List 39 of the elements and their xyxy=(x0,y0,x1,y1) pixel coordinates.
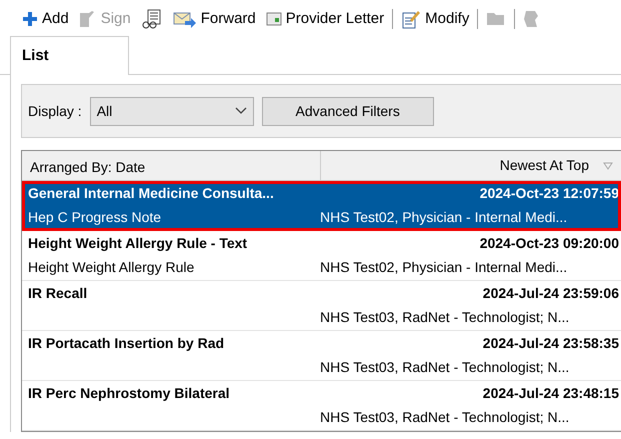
item-date: 2024-Jul-24 23:58:35 xyxy=(482,334,619,353)
column-header[interactable]: Newest At Top xyxy=(321,151,621,180)
list-item[interactable]: Height Weight Allergy Rule - Text 2024-Oct-23 09:20:00 Height Weight Allergy Rule NHS Test02, Physician - Internal Medi... xyxy=(22,231,621,281)
display-dropdown[interactable]: All xyxy=(90,96,254,126)
item-author: NHS Test03, RadNet - Technologist; N... xyxy=(320,408,570,428)
envelope-arrow-icon xyxy=(172,10,197,28)
provider-letter-button[interactable]: Provider Letter xyxy=(264,8,386,30)
sort-icon xyxy=(603,162,613,170)
item-date: 2024-Jul-24 23:48:15 xyxy=(482,384,619,403)
item-title: Height Weight Allergy Rule - Text xyxy=(28,234,248,253)
item-author: NHS Test03, RadNet - Technologist; N... xyxy=(320,358,570,378)
item-title: IR Perc Nephrostomy Bilateral xyxy=(28,384,230,403)
item-author: NHS Test02, Physician - Internal Medi... xyxy=(320,258,568,278)
tab[interactable]: List xyxy=(10,36,129,75)
advanced-filters-button[interactable]: Advanced Filters xyxy=(262,96,434,126)
item-title: IR Portacath Insertion by Rad xyxy=(28,334,224,353)
column-header[interactable]: Arranged By: Date xyxy=(22,151,321,180)
modify-button[interactable]: Modify xyxy=(399,8,472,30)
item-date: 2024-Jul-24 23:59:06 xyxy=(482,284,619,303)
plus-icon xyxy=(22,11,38,27)
display-label: Display : xyxy=(28,102,82,121)
caret-icon xyxy=(234,107,247,115)
item-title: IR Recall xyxy=(28,284,88,303)
forward-button[interactable]: Forward xyxy=(170,8,258,30)
add-button[interactable]: Add xyxy=(20,8,71,30)
list-item[interactable]: IR Recall 2024-Jul-24 23:59:06 NHS Test03, RadNet - Technologist; N... xyxy=(22,281,621,331)
list-item[interactable]: IR Portacath Insertion by Rad 2024-Jul-24 23:58:35 NHS Test03, RadNet - Technologist; N... xyxy=(22,331,621,381)
item-subtitle: Height Weight Allergy Rule xyxy=(28,258,196,278)
item-subtitle: Hep C Progress Note xyxy=(28,208,162,228)
document-icon xyxy=(78,10,97,28)
item-author: NHS Test03, RadNet - Technologist; N... xyxy=(320,308,570,328)
item-author: NHS Test02, Physician - Internal Medi... xyxy=(320,208,568,228)
item-date: 2024-Oct-23 12:07:59 xyxy=(480,184,619,203)
item-date: 2024-Oct-23 09:20:00 xyxy=(480,234,619,253)
pencil-document-icon xyxy=(401,9,422,29)
item-title: General Internal Medicine Consulta... xyxy=(28,184,274,203)
list-item[interactable]: IR Perc Nephrostomy Bilateral 2024-Jul-24 23:48:15 NHS Test03, RadNet - Technologist; N... xyxy=(22,381,621,431)
letter-icon xyxy=(266,11,282,27)
list-item[interactable]: General Internal Medicine Consulta... 2024-Oct-23 12:07:59 Hep C Progress Note NHS Test02, Physician - Internal Medi... xyxy=(22,181,621,231)
